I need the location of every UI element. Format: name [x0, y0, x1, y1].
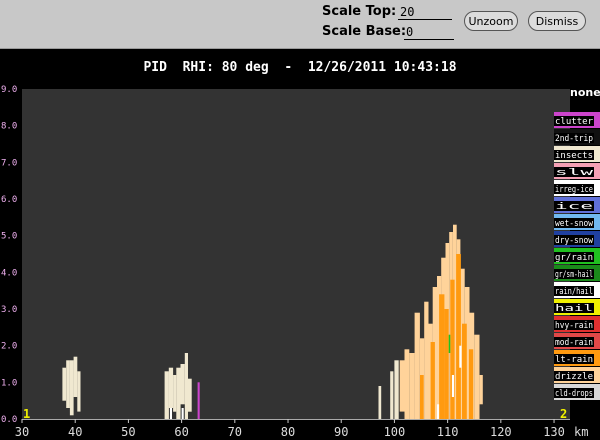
pid-cell-drizzle [414, 312, 420, 419]
legend-label: 2nd-trip [555, 134, 593, 144]
y-tick-label: 3.0 [1, 305, 17, 315]
legend-item-mod-rain: mod-rain [554, 333, 600, 349]
legend-label: wet-snow [555, 219, 593, 229]
legend-item-dry-snow: dry-snow [554, 231, 600, 247]
pid-cell-insects [173, 375, 177, 412]
y-tick-label: 2.0 [1, 342, 17, 352]
pid-cell-insects [378, 386, 382, 419]
y-tick-label: 5.0 [1, 232, 17, 242]
x-tick-label: 30 [15, 425, 29, 439]
pid-cell-insects [394, 360, 399, 419]
legend-label: clutter [555, 117, 594, 127]
plot-background [22, 89, 570, 419]
legend-item-gr-sm-hail: gr/sm-hail [554, 265, 600, 281]
legend-label: mod-rain [555, 338, 593, 348]
pid-cell-drizzle [409, 353, 415, 419]
legend-label: hvy-rain [555, 321, 593, 331]
legend-item-hail: hail [554, 299, 600, 315]
legend-label: insects [555, 151, 593, 161]
pid-cell-irreg-ice [459, 345, 462, 368]
pid-cell-gr-rain [448, 334, 451, 353]
pid-cell-drizzle [474, 334, 480, 419]
legend-item-wet-snow: wet-snow [554, 214, 600, 230]
x-unit-label: km [574, 425, 588, 439]
y-tick-label: 9.0 [1, 85, 17, 95]
legend-item-ice: ice [554, 197, 600, 213]
legend-label: gr/rain [555, 253, 593, 263]
legend-item-rain-hail: rain/hail [554, 282, 600, 298]
legend-label: rain/hail [555, 287, 593, 297]
legend-label: lt-rain [555, 355, 593, 365]
corner-marker-right: 2 [560, 407, 567, 421]
pid-cell-insects [77, 371, 81, 412]
pid-cell-insects [168, 367, 174, 408]
pid-cell-lt-rain [450, 279, 455, 419]
pid-cell-insects [66, 360, 70, 408]
pid-cell-irreg-ice [437, 404, 440, 419]
legend-item-cld-drops: cld-drops [554, 384, 600, 400]
legend-item-clutter: clutter [554, 112, 600, 128]
legend-item-irreg-ice: irreg-ice [554, 180, 600, 196]
y-tick-label: 1.0 [1, 378, 17, 388]
pid-cell-lt-rain [456, 254, 461, 419]
legend-label: ice [555, 202, 593, 212]
x-tick-label: 100 [384, 425, 406, 439]
pid-cell-irreg-ice [169, 408, 172, 419]
pid-cell-insects [390, 371, 394, 419]
legend-label: gr/sm-hail [555, 270, 593, 280]
pid-cell-lt-rain [439, 294, 445, 419]
legend-label: cld-drops [555, 389, 593, 399]
legend-label: irreg-ice [555, 185, 593, 195]
pid-cell-lt-rain [462, 323, 467, 419]
x-tick-label: 50 [121, 425, 135, 439]
x-tick-label: 60 [174, 425, 188, 439]
legend-label: dry-snow [555, 236, 593, 246]
legend-label: hail [555, 304, 593, 314]
pid-cell-insects [188, 378, 192, 412]
x-tick-label: 120 [490, 425, 512, 439]
pid-cell-insects [184, 353, 188, 419]
y-tick-label: 7.0 [1, 158, 17, 168]
legend-header: none [570, 86, 600, 99]
pid-cell-drizzle [399, 360, 405, 412]
pid-cell-insects [176, 367, 181, 419]
pid-cell-clutter [197, 382, 200, 419]
pid-cell-insects [69, 360, 74, 416]
x-tick-label: 80 [281, 425, 295, 439]
pid-cell-drizzle [479, 375, 483, 405]
pid-cell-lt-rain [430, 342, 435, 419]
legend-label: slw [555, 168, 594, 178]
y-tick-label: 0.0 [1, 415, 17, 425]
legend-item-2nd-trip: 2nd-trip [554, 129, 600, 145]
pid-rhi-plot[interactable]: 30 40 50 60 70 80 90 100 110 120 130 km 0.0 1.0 2.0 3.0… [0, 0, 600, 440]
x-tick-label: 40 [68, 425, 82, 439]
y-tick-label: 8.0 [1, 122, 17, 132]
y-tick-label: 4.0 [1, 268, 17, 278]
legend-item-gr-rain: gr/rain [554, 248, 600, 264]
x-tick-label: 90 [334, 425, 348, 439]
pid-cell-insects [164, 371, 169, 419]
legend-item-slw: slw [554, 163, 600, 179]
pid-cell-lt-rain [468, 349, 474, 419]
legend-item-insects: insects [554, 146, 600, 162]
x-tick-label: 110 [437, 425, 459, 439]
pid-cell-drizzle [424, 301, 429, 419]
legend-item-drizzle: drizzle [554, 367, 600, 383]
x-tick-label: 130 [543, 425, 565, 439]
pid-cell-insects [180, 364, 185, 405]
legend-item-hvy-rain: hvy-rain [554, 316, 600, 332]
pid-cell-insects [73, 356, 78, 397]
pid-cell-drizzle [404, 349, 410, 419]
pid-cell-insects [62, 367, 67, 401]
pid-cell-lt-rain [444, 309, 449, 419]
legend-item-lt-rain: lt-rain [554, 350, 600, 366]
pid-cell-irreg-ice [451, 375, 454, 397]
y-tick-label: 6.0 [1, 195, 17, 205]
corner-marker-left: 1 [23, 407, 30, 421]
pid-cell-irreg-ice [181, 408, 184, 419]
x-tick-label: 70 [228, 425, 242, 439]
legend-label: drizzle [555, 372, 593, 382]
pid-cell-lt-rain [420, 375, 424, 419]
